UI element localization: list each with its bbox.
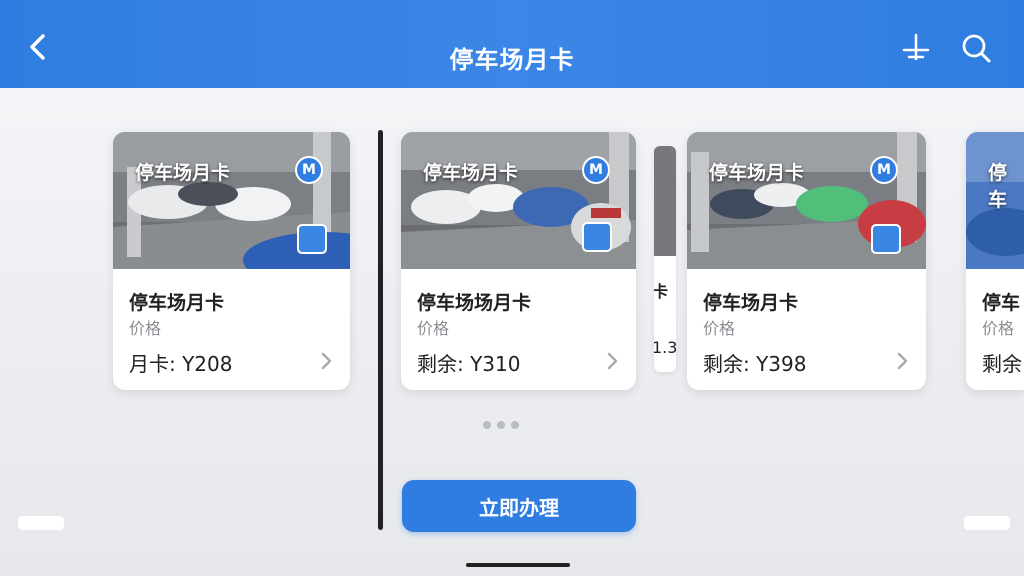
parking-card-4[interactable]: 停车 停车 价格 剩余 xyxy=(966,132,1024,390)
sliver-text-2: 1.3 xyxy=(654,338,676,357)
parking-sign-icon xyxy=(582,222,612,252)
parking-card-2[interactable]: 停车场月卡 M 停车场场月卡 价格 剩余: Y310 xyxy=(401,132,636,390)
card-name: 停车 xyxy=(982,292,1021,314)
card-price: 剩余: Y310 xyxy=(417,352,521,376)
card-name: 停车场月卡 xyxy=(129,292,225,314)
parking-card-3[interactable]: 停车场月卡 M 停车场月卡 价格 剩余: Y398 xyxy=(687,132,926,390)
card-price: 剩余: Y398 xyxy=(703,352,807,376)
card-subtitle: 价格 xyxy=(129,319,162,338)
card-subtitle: 价格 xyxy=(417,319,450,338)
parking-card-1[interactable]: 停车场月卡 M 停车场月卡 价格 月卡: Y208 xyxy=(113,132,350,390)
parking-photo: 停车场月卡 M xyxy=(113,132,350,269)
card-subtitle: 价格 xyxy=(703,319,736,338)
pager-dot[interactable] xyxy=(497,421,505,429)
card-frame-edge xyxy=(378,130,383,530)
side-handle-right xyxy=(964,516,1010,530)
photo-title: 停车场月卡 xyxy=(709,162,805,184)
apply-now-button[interactable]: 立即办理 xyxy=(402,480,636,532)
card-name: 停车场月卡 xyxy=(703,292,799,314)
parking-photo: 停车场月卡 M xyxy=(401,132,636,269)
side-handle-left xyxy=(18,516,64,530)
home-indicator xyxy=(466,563,570,567)
chevron-right-icon xyxy=(897,352,908,370)
filter-icon[interactable] xyxy=(900,32,932,64)
photo-title: 停车场月卡 xyxy=(135,162,231,184)
photo-title: 停车场月卡 xyxy=(423,162,519,184)
card-price: 月卡: Y208 xyxy=(129,352,233,376)
parking-sign-icon xyxy=(297,224,327,254)
sliver-photo xyxy=(654,146,676,256)
chevron-right-icon xyxy=(321,352,332,370)
top-nav-bar: 停车场月卡 xyxy=(0,0,1024,88)
m-badge-icon: M xyxy=(870,156,898,184)
search-icon[interactable] xyxy=(960,32,992,64)
pager-dots xyxy=(483,421,519,429)
parking-photo: 停车 xyxy=(966,132,1024,269)
sliver-card: 卡 1.3 xyxy=(654,146,676,372)
parking-photo: 停车场月卡 M xyxy=(687,132,926,269)
pager-dot[interactable] xyxy=(483,421,491,429)
card-subtitle: 价格 xyxy=(982,319,1015,338)
sliver-text-1: 卡 xyxy=(654,282,669,301)
page-title: 停车场月卡 xyxy=(449,46,575,74)
m-badge-icon: M xyxy=(295,156,323,184)
parking-sign-icon xyxy=(871,224,901,254)
m-badge-icon: M xyxy=(582,156,610,184)
card-name: 停车场场月卡 xyxy=(417,292,532,314)
photo-title: 停车 xyxy=(988,162,1008,211)
pager-dot[interactable] xyxy=(511,421,519,429)
chevron-right-icon xyxy=(607,352,618,370)
card-price: 剩余 xyxy=(982,352,1022,376)
